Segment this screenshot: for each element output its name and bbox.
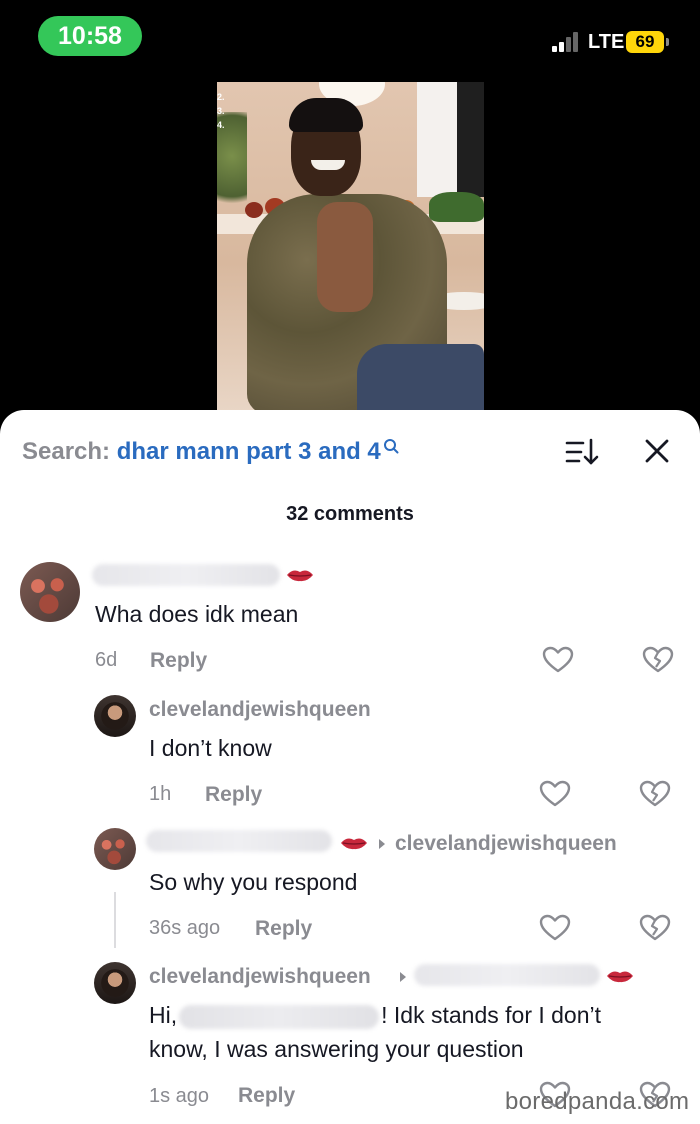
avatar[interactable]	[20, 562, 80, 622]
comment-time: 1h	[149, 783, 172, 805]
thread-line	[114, 892, 116, 948]
lips-icon	[341, 838, 367, 850]
reply-arrow-icon	[379, 839, 385, 849]
reply-button[interactable]: Reply	[205, 783, 262, 807]
avatar[interactable]	[94, 695, 136, 737]
heart-icon[interactable]	[539, 914, 571, 942]
comment-username[interactable]: clevelandjewishqueen	[149, 965, 371, 989]
search-icon	[383, 439, 399, 454]
lips-icon	[287, 570, 313, 582]
search-label: Search:	[22, 438, 111, 465]
avatar[interactable]	[94, 828, 136, 870]
video-player[interactable]: 2. 3. 4.	[217, 82, 484, 412]
comment-text-line2: know, I was answering your question	[149, 1036, 524, 1062]
comment-text: So why you respond	[149, 869, 358, 895]
close-icon[interactable]	[640, 434, 674, 468]
signal-strength-icon	[552, 32, 582, 52]
comment-text: Hi,! Idk stands for I don’t	[149, 1002, 602, 1029]
comment-time: 1s ago	[149, 1085, 210, 1107]
network-type: LTE	[588, 31, 625, 53]
comment-text: I don’t know	[149, 735, 272, 761]
comment-text: Wha does idk mean	[95, 601, 299, 627]
battery-tip	[666, 38, 669, 46]
status-time: 10:58	[38, 16, 142, 56]
reply-button[interactable]: Reply	[238, 1084, 295, 1108]
search-suggestion[interactable]: Search: dhar mann part 3 and 4	[22, 438, 399, 466]
reply-button[interactable]: Reply	[150, 649, 207, 673]
redacted-mention[interactable]	[179, 1004, 380, 1029]
dislike-icon[interactable]	[639, 780, 671, 808]
video-overlay-list: 2. 3. 4.	[217, 92, 225, 130]
comment-username[interactable]: clevelandjewishqueen	[149, 698, 371, 722]
status-bar: 10:58 LTE 69	[0, 0, 700, 80]
dislike-icon[interactable]	[642, 646, 674, 674]
lips-icon	[607, 971, 633, 983]
reply-button[interactable]: Reply	[255, 917, 312, 941]
reply-to-username[interactable]: clevelandjewishqueen	[395, 832, 617, 856]
comment-count: 32 comments	[286, 503, 414, 525]
comment-time: 6d	[95, 649, 118, 671]
watermark: boredpanda.com	[505, 1088, 690, 1115]
heart-icon[interactable]	[542, 646, 574, 674]
redacted-username[interactable]	[92, 564, 280, 586]
reply-arrow-icon	[400, 972, 406, 982]
sort-icon[interactable]	[565, 437, 599, 467]
dislike-icon[interactable]	[639, 914, 671, 942]
comment-time: 36s ago	[149, 917, 221, 939]
avatar[interactable]	[94, 962, 136, 1004]
redacted-username[interactable]	[146, 830, 332, 852]
battery-icon: 69	[626, 31, 664, 53]
background-person	[417, 82, 484, 197]
heart-icon[interactable]	[539, 780, 571, 808]
redacted-username[interactable]	[414, 964, 600, 986]
search-query-link[interactable]: dhar mann part 3 and 4	[117, 438, 381, 465]
